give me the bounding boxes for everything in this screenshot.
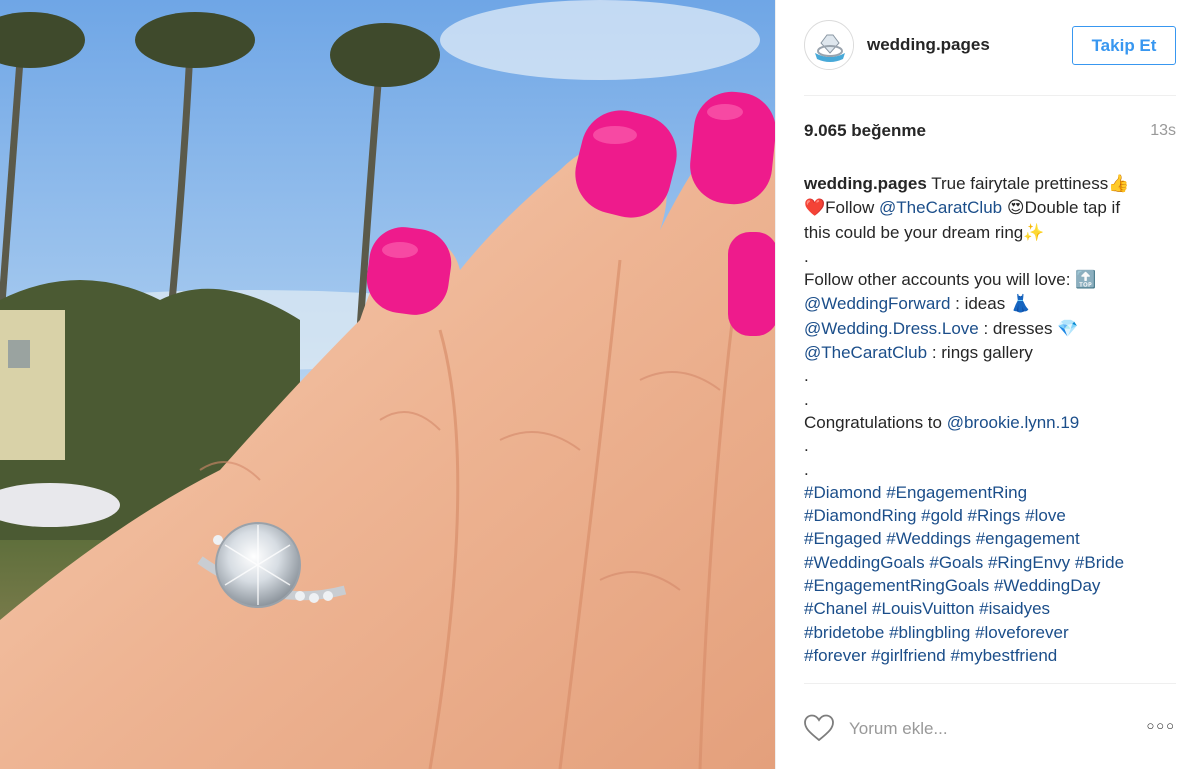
caption-line: this could be your dream ring✨ xyxy=(804,221,1176,245)
hashtag-line[interactable]: #Engaged #Weddings #engagement xyxy=(804,527,1176,550)
heart-eyes-icon: 😍 xyxy=(1006,198,1025,219)
caption-line: @TheCaratClub : rings gallery xyxy=(804,341,1176,364)
heart-outline-icon[interactable] xyxy=(804,714,834,742)
mention-link[interactable]: @Wedding.Dress.Love xyxy=(804,319,979,338)
caption-text: : dresses xyxy=(978,318,1058,338)
caption-text: Follow other accounts you will love: xyxy=(804,270,1076,290)
post-sidebar: wedding.pages Takip Et 9.065 beğenme 13s… xyxy=(775,0,1200,769)
caption-line: Follow other accounts you will love: 🔝 xyxy=(804,268,1176,292)
mention-link[interactable]: @brookie.lynn.19 xyxy=(947,413,1080,432)
caption-dot: . xyxy=(804,246,809,266)
post-header: wedding.pages Takip Et xyxy=(804,18,1176,96)
caption-text: True fairytale prettiness xyxy=(926,174,1109,193)
caption-line: @Wedding.Dress.Love : dresses 💎 xyxy=(804,317,1176,341)
hashtag-line[interactable]: #EngagementRingGoals #WeddingDay xyxy=(804,574,1176,597)
caption-text: this could be your dream ring xyxy=(804,222,1024,242)
comment-bar: ○○○ xyxy=(804,683,1176,769)
caption-dot: . xyxy=(804,389,809,409)
heart-icon: ❤️ xyxy=(804,198,826,219)
gem-icon: 💎 xyxy=(1057,318,1079,339)
avatar[interactable] xyxy=(804,20,854,70)
follow-button[interactable]: Takip Et xyxy=(1072,26,1176,65)
hashtag-line[interactable]: #forever #girlfriend #mybestfriend xyxy=(804,644,1176,667)
ring-hand-image xyxy=(0,0,775,769)
like-count[interactable]: 9.065 beğenme xyxy=(804,121,926,141)
caption-line: Congratulations to @brookie.lynn.19 xyxy=(804,411,1176,434)
caption-text: Double tap if xyxy=(1024,198,1121,218)
top-arrow-icon: 🔝 xyxy=(1075,270,1097,291)
hashtag-line[interactable]: #Chanel #LouisVuitton #isaidyes xyxy=(804,597,1176,620)
caption-line: wedding.pages True fairytale prettiness👍 xyxy=(804,172,1176,196)
caption-text: : ideas xyxy=(950,294,1010,314)
caption-dot: . xyxy=(804,459,809,479)
caption-line: ❤️Follow @TheCaratClub 😍Double tap if xyxy=(804,196,1176,220)
post-photo[interactable] xyxy=(0,0,775,769)
hashtag-line[interactable]: #DiamondRing #gold #Rings #love xyxy=(804,504,1176,527)
caption-text: Congratulations to xyxy=(804,412,947,432)
hashtag-line[interactable]: #Diamond #EngagementRing xyxy=(804,481,1176,504)
caption-author[interactable]: wedding.pages xyxy=(804,174,927,193)
caption-line: @WeddingForward : ideas 👗 xyxy=(804,292,1176,316)
sparkles-icon: ✨ xyxy=(1023,222,1045,243)
mention-link[interactable]: @TheCaratClub xyxy=(804,343,927,362)
caption-dot: . xyxy=(804,366,809,386)
caption-dot: . xyxy=(804,436,809,456)
hashtag-line[interactable]: #WeddingGoals #Goals #RingEnvy #Bride xyxy=(804,551,1176,574)
post-time[interactable]: 13s xyxy=(1150,122,1176,140)
comment-input[interactable] xyxy=(849,716,1119,742)
likes-row: 9.065 beğenme 13s xyxy=(804,121,1176,145)
hashtag-line[interactable]: #bridetobe #blingbling #loveforever xyxy=(804,621,1176,644)
dress-icon: 👗 xyxy=(1009,294,1032,315)
thumbs-up-icon: 👍 xyxy=(1108,174,1130,194)
post-username[interactable]: wedding.pages xyxy=(867,35,990,55)
ring-logo-icon xyxy=(806,22,853,69)
more-options-icon[interactable]: ○○○ xyxy=(1146,718,1176,733)
caption: wedding.pages True fairytale prettiness👍… xyxy=(804,172,1176,682)
mention-link[interactable]: @TheCaratClub xyxy=(879,198,1002,217)
caption-text: Follow xyxy=(825,198,880,218)
mention-link[interactable]: @WeddingForward xyxy=(804,294,950,313)
caption-text: : rings gallery xyxy=(927,343,1033,363)
